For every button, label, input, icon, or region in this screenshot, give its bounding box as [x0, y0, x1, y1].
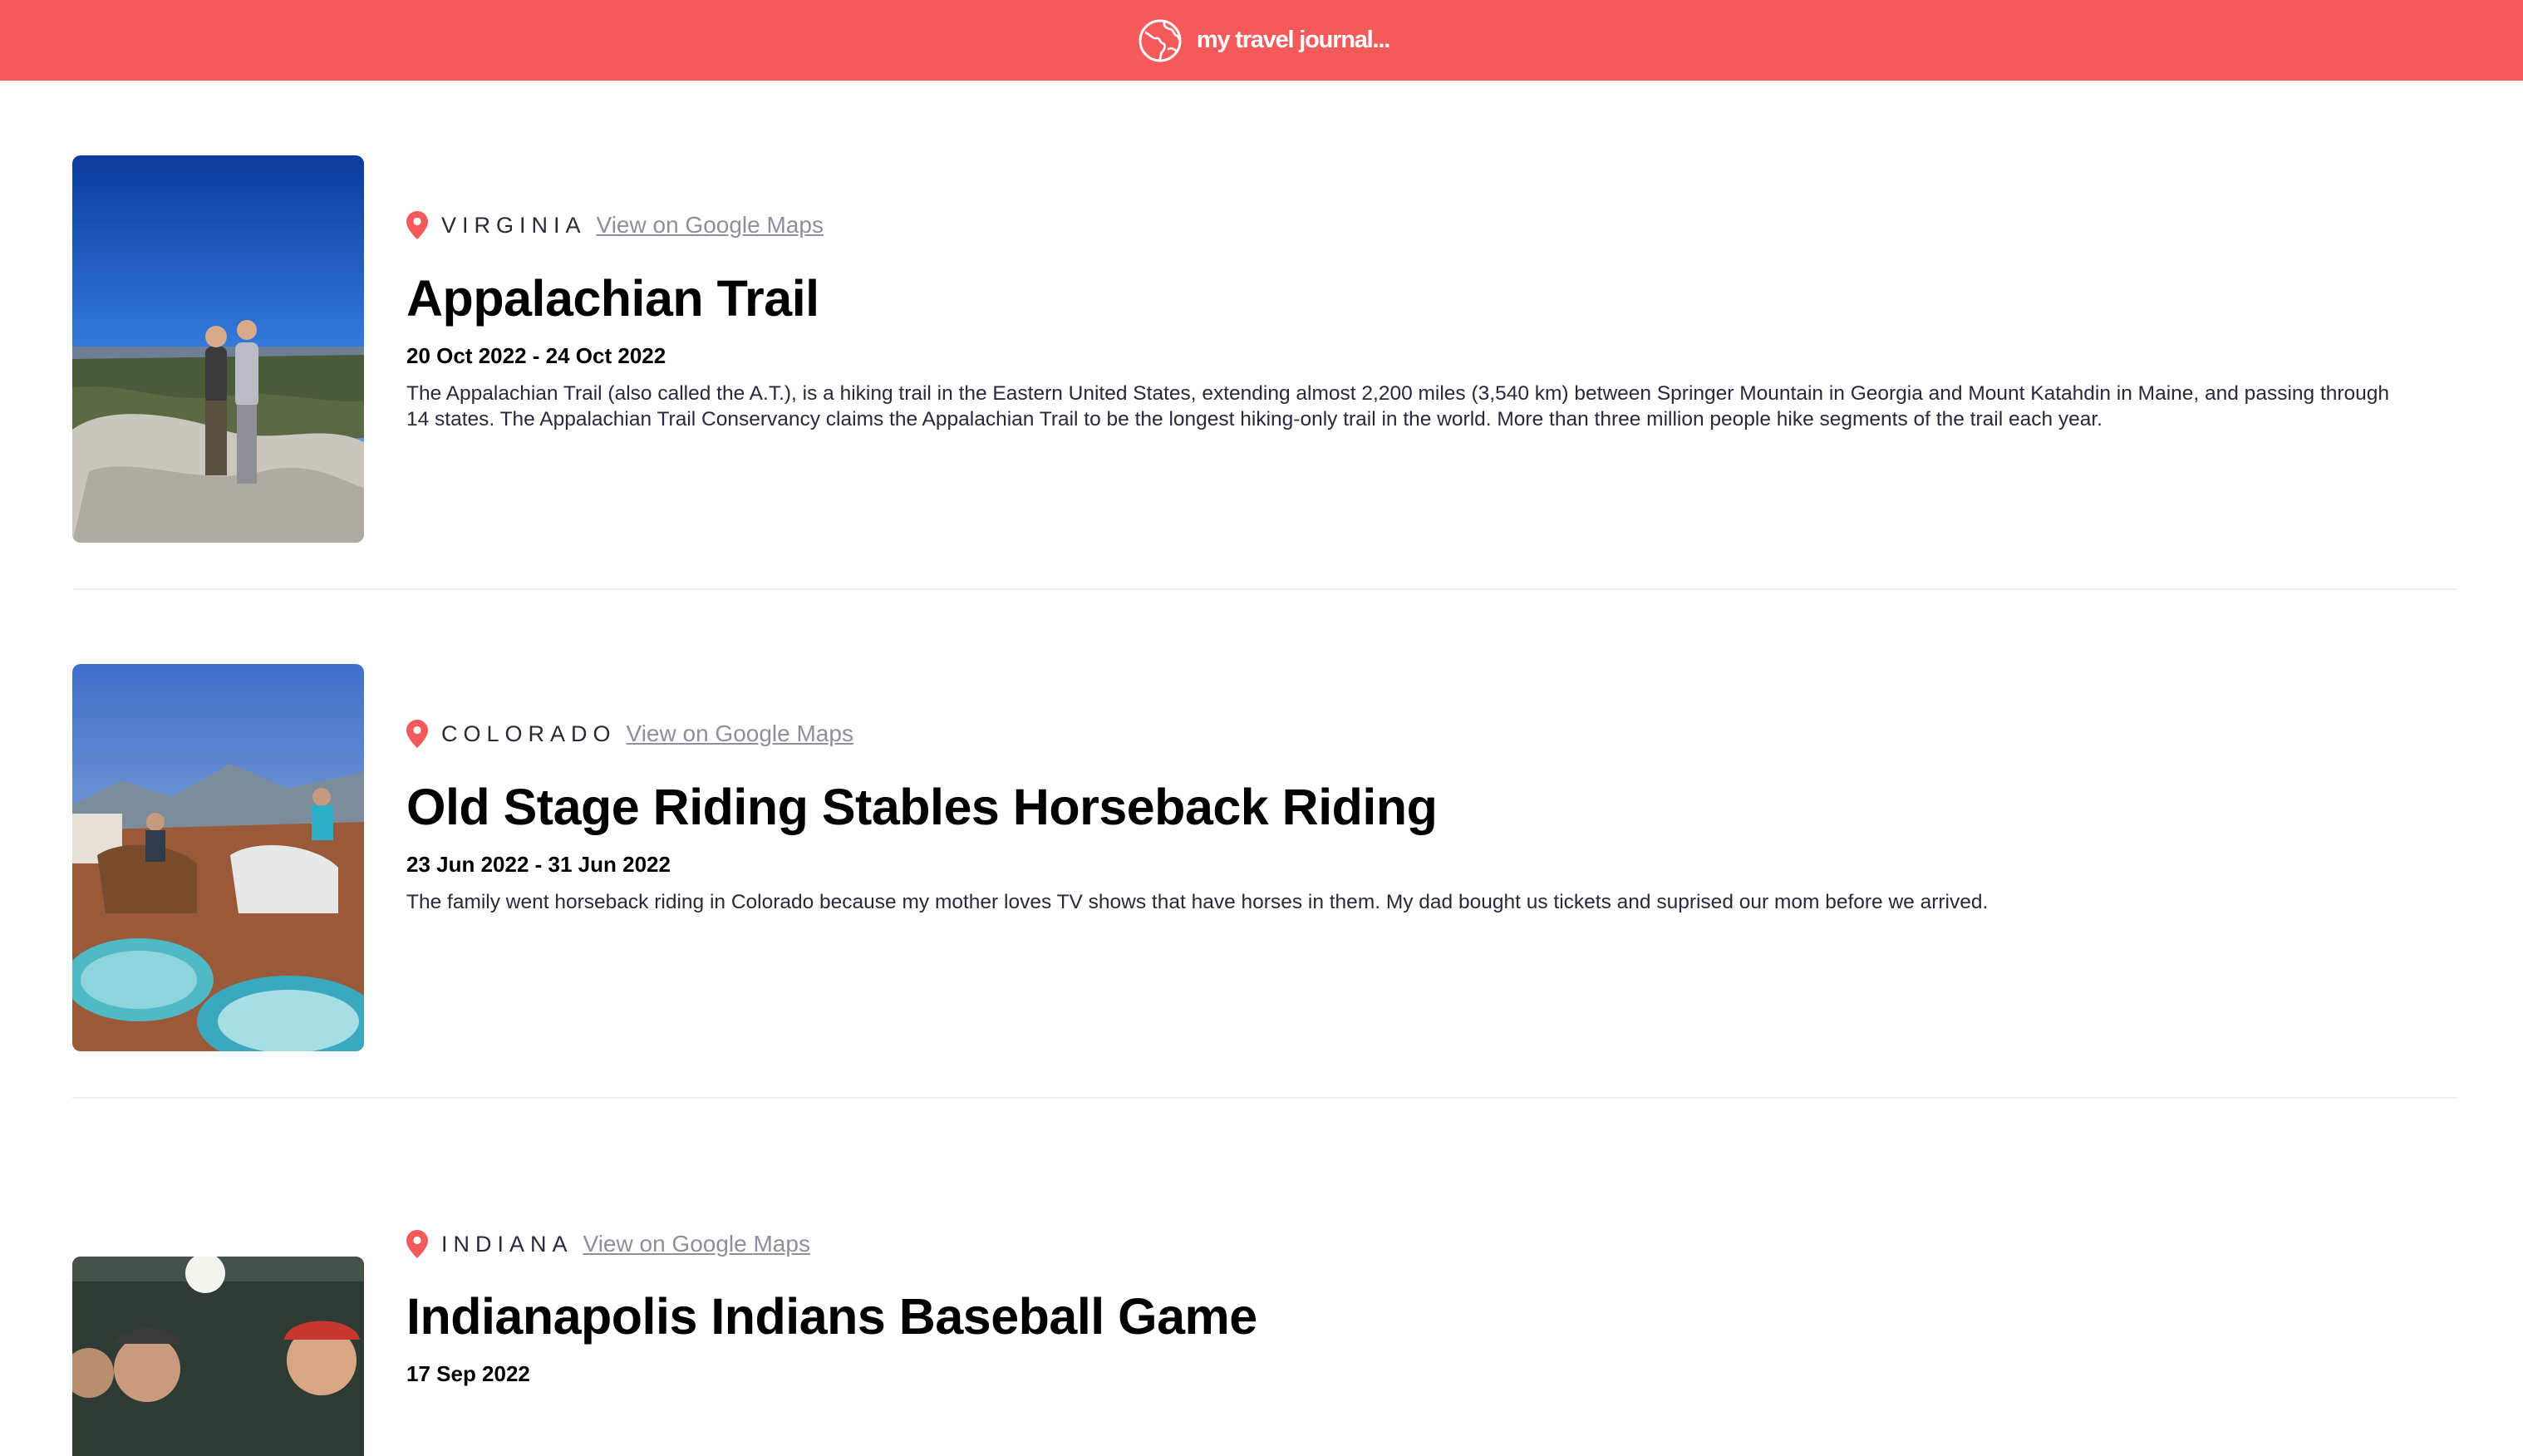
entry-divider	[72, 588, 2457, 590]
entry-description: The family went horseback riding in Colo…	[406, 891, 1989, 913]
entry-photo	[72, 155, 364, 543]
location-pin-icon	[406, 211, 428, 239]
brand[interactable]: my travel journal...	[1137, 17, 1390, 64]
entry-title: Indianapolis Indians Baseball Game	[406, 1288, 1257, 1345]
navbar: my travel journal...	[0, 0, 2523, 81]
entry-title-1: Appalachian Trail	[406, 270, 819, 327]
entry-photo	[72, 664, 364, 1051]
location-name: INDIANA	[441, 1231, 573, 1257]
location-row: COLORADO View on Google Maps	[406, 717, 853, 750]
entry-divider	[72, 1097, 2457, 1099]
entry-dates: 20 Oct 2022 - 24 Oct 2022	[406, 343, 666, 368]
app-title: my travel journal...	[1196, 27, 1390, 53]
entry-description: The Appalachian Trail (also called the A…	[406, 382, 2390, 430]
google-maps-link[interactable]: View on Google Maps	[597, 212, 824, 239]
entry-title: Old Stage Riding Stables Horseback Ridin…	[406, 779, 1438, 835]
entry-photo	[72, 1257, 364, 1456]
location-name: COLORADO	[441, 721, 617, 746]
location-row: VIRGINIA View on Google Maps	[406, 209, 824, 242]
google-maps-link[interactable]: View on Google Maps	[583, 1231, 810, 1257]
location-pin-icon	[406, 1230, 428, 1258]
location-name: VIRGINIA	[441, 212, 587, 238]
globe-icon	[1139, 19, 1182, 61]
entry-dates: 23 Jun 2022 - 31 Jun 2022	[406, 852, 671, 877]
google-maps-link[interactable]: View on Google Maps	[627, 721, 853, 747]
entry-dates: 17 Sep 2022	[406, 1361, 530, 1386]
location-pin-icon	[406, 720, 428, 748]
location-row: INDIANA View on Google Maps	[406, 1227, 810, 1261]
